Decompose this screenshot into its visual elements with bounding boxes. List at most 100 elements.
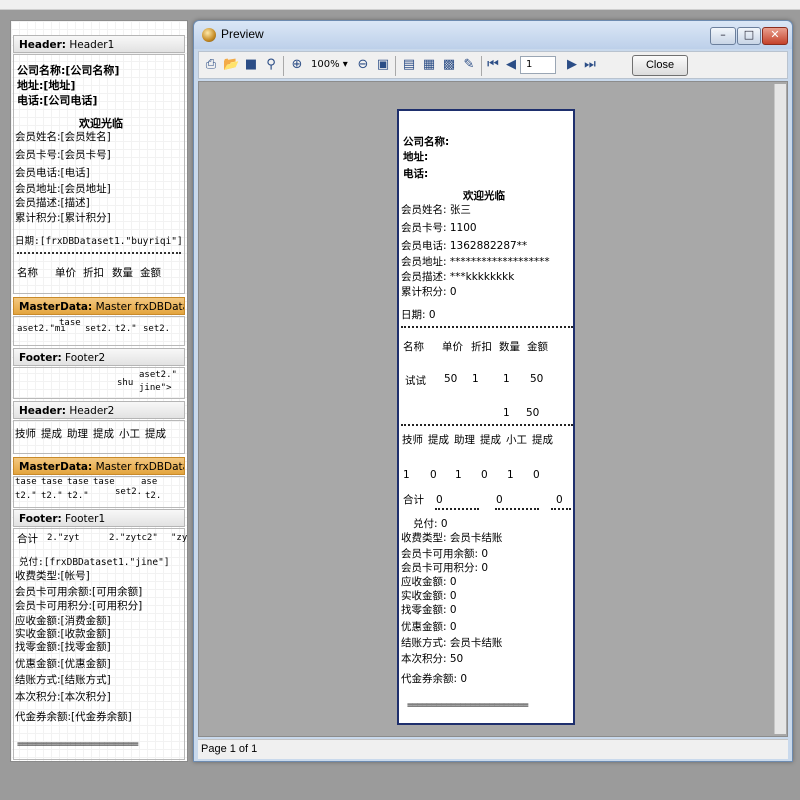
receipt-sum-underline — [551, 508, 571, 510]
designer-md1-cell-3[interactable]: t2." — [115, 324, 137, 334]
designer-f1-avail-points[interactable]: 会员卡可用积分:[可用积分] — [15, 598, 142, 614]
designer-f1-eq[interactable]: ========================= — [17, 739, 139, 750]
band-dataset: frxDBDataset2 — [134, 461, 184, 473]
find-icon[interactable]: ⚲ — [263, 57, 279, 73]
designer-md2-cell-2[interactable]: tase — [67, 477, 89, 487]
open-icon[interactable]: 📂 — [223, 57, 239, 73]
receipt-sum-underline — [495, 508, 539, 510]
vertical-scrollbar[interactable] — [774, 84, 786, 734]
next-page-icon[interactable]: ▶ — [564, 57, 580, 73]
receipt-staff-col-2: 助理 — [454, 434, 475, 446]
page-number-input[interactable]: 1 — [520, 56, 556, 74]
minimize-button[interactable]: – — [710, 27, 736, 45]
designer-col-2[interactable]: 折扣 — [83, 265, 104, 281]
receipt-staff-col-5: 提成 — [532, 434, 553, 446]
designer-h2-col-2[interactable]: 助理 — [67, 426, 88, 442]
zoom-select[interactable]: 100% ▾ — [309, 57, 351, 74]
receipt-total-amount: 50 — [526, 407, 540, 419]
toolbar-separator — [395, 56, 396, 76]
designer-member-desc[interactable]: 会员描述:[描述] — [15, 195, 90, 211]
band-header2[interactable]: Header: Header2 — [13, 401, 185, 419]
designer-md1-cell-2[interactable]: set2. — [85, 324, 112, 334]
prev-page-icon[interactable]: ◀ — [503, 57, 519, 73]
designer-col-1[interactable]: 单价 — [55, 265, 76, 281]
designer-company[interactable]: 公司名称:[公司名称] — [17, 63, 119, 79]
status-bar: Page 1 of 1 — [198, 739, 788, 759]
receipt-col-1: 单价 — [442, 341, 463, 353]
receipt-sum-val-2: 0 — [556, 494, 563, 506]
designer-f1-this-points[interactable]: 本次积分:[本次积分] — [15, 689, 111, 705]
designer-phone[interactable]: 电话:[公司电话] — [17, 93, 97, 109]
zoom-value: 100% — [311, 59, 340, 70]
maximize-button[interactable]: □ — [737, 27, 761, 45]
designer-md2-cell-5[interactable]: t2." — [15, 491, 37, 501]
designer-md1-cell-4[interactable]: set2. — [143, 324, 170, 334]
outline-icon[interactable]: ▤ — [401, 57, 417, 73]
receipt-method: 结账方式: 会员卡结账 — [401, 637, 503, 649]
designer-f1-change[interactable]: 找零金额:[找零金额] — [15, 639, 111, 655]
receipt-item-qty: 1 — [503, 373, 510, 385]
receipt-member-phone: 会员电话: 1362882287** — [401, 240, 528, 252]
designer-address[interactable]: 地址:[地址] — [17, 78, 75, 94]
band-masterdata2[interactable]: MasterData: Master frxDBDataset2 — [13, 457, 185, 475]
designer-h2-col-4[interactable]: 小工 — [119, 426, 140, 442]
designer-member-phone[interactable]: 会员电话:[电话] — [15, 165, 90, 181]
receipt-member-card: 会员卡号: 1100 — [401, 222, 477, 234]
designer-f1-fee-type[interactable]: 收费类型:[帐号] — [15, 568, 90, 584]
designer-f1-cell-1[interactable]: 2."zyt — [47, 533, 80, 543]
band-header1[interactable]: Header: Header1 — [13, 35, 185, 53]
page-setup-icon[interactable]: ▩ — [441, 57, 457, 73]
edit-icon[interactable]: ✎ — [461, 57, 477, 73]
designer-f1-sum[interactable]: 合计 — [17, 531, 38, 547]
designer-md1-cell-1[interactable]: tase — [59, 318, 81, 328]
designer-f1-method[interactable]: 结账方式:[结账方式] — [15, 672, 111, 688]
band-type: Header: — [19, 405, 67, 417]
designer-f2-cell-1[interactable]: aset2." — [139, 370, 177, 380]
receipt-col-4: 金额 — [527, 341, 548, 353]
designer-col-3[interactable]: 数量 — [112, 265, 133, 281]
designer-col-4[interactable]: 金额 — [140, 265, 161, 281]
receipt-address: 地址: — [403, 151, 429, 163]
designer-f1-cell-3[interactable]: "zy — [171, 533, 187, 543]
save-icon[interactable]: ■ — [243, 57, 259, 73]
designer-f2-cell-2[interactable]: jine"> — [139, 383, 172, 393]
designer-f1-discount[interactable]: 优惠金额:[优惠金额] — [15, 656, 111, 672]
designer-h2-col-3[interactable]: 提成 — [93, 426, 114, 442]
close-window-button[interactable]: ✕ — [762, 27, 788, 45]
zoom-in-icon[interactable]: ⊕ — [289, 57, 305, 73]
zoom-out-icon[interactable]: ⊖ — [355, 57, 371, 73]
band-footer2[interactable]: Footer: Footer2 — [13, 348, 185, 366]
receipt-staff-val-5: 0 — [533, 469, 540, 481]
close-button[interactable]: Close — [632, 55, 688, 76]
receipt-divider — [401, 424, 573, 426]
designer-member-name[interactable]: 会员姓名:[会员姓名] — [15, 129, 111, 145]
designer-md2-cell-6[interactable]: t2." — [41, 491, 63, 501]
designer-points[interactable]: 累计积分:[累计积分] — [15, 210, 111, 226]
designer-f1-cell-2[interactable]: 2."zytc2" — [109, 533, 158, 543]
designer-md2-cell-7[interactable]: t2." — [67, 491, 89, 501]
designer-h2-col-0[interactable]: 技师 — [15, 426, 36, 442]
band-footer1[interactable]: Footer: Footer1 — [13, 509, 185, 527]
designer-f1-voucher[interactable]: 代金券余额:[代金券余额] — [15, 709, 132, 725]
designer-md2-cell-8[interactable]: set2. — [115, 487, 142, 497]
designer-md2-cell-0[interactable]: tase — [15, 477, 37, 487]
designer-md2-cell-9[interactable]: t2. — [145, 491, 161, 501]
band-masterdata1[interactable]: MasterData: Master frxDBDataset2 — [13, 297, 185, 315]
designer-f2-cell-0[interactable]: shu — [117, 378, 133, 388]
designer-h2-col-1[interactable]: 提成 — [41, 426, 62, 442]
designer-member-card[interactable]: 会员卡号:[会员卡号] — [15, 147, 111, 163]
designer-h2-col-5[interactable]: 提成 — [145, 426, 166, 442]
receipt-paid: 兑付: 0 — [413, 518, 448, 530]
fit-icon[interactable]: ▣ — [375, 57, 391, 73]
title-bar[interactable]: Preview – □ ✕ — [194, 21, 792, 49]
last-page-icon[interactable]: ⏭ — [582, 57, 598, 73]
first-page-icon[interactable]: ⏮ — [485, 57, 501, 73]
print-icon[interactable]: ⎙ — [203, 57, 219, 73]
thumbnails-icon[interactable]: ▦ — [421, 57, 437, 73]
window-title: Preview — [221, 27, 264, 41]
designer-col-0[interactable]: 名称 — [17, 265, 38, 281]
designer-md2-cell-1[interactable]: tase — [41, 477, 63, 487]
designer-md2-cell-3[interactable]: tase — [93, 477, 115, 487]
designer-md2-cell-4[interactable]: ase — [141, 477, 157, 487]
designer-date[interactable]: 日期:[frxDBDataset1."buyriqi"] — [15, 234, 183, 250]
